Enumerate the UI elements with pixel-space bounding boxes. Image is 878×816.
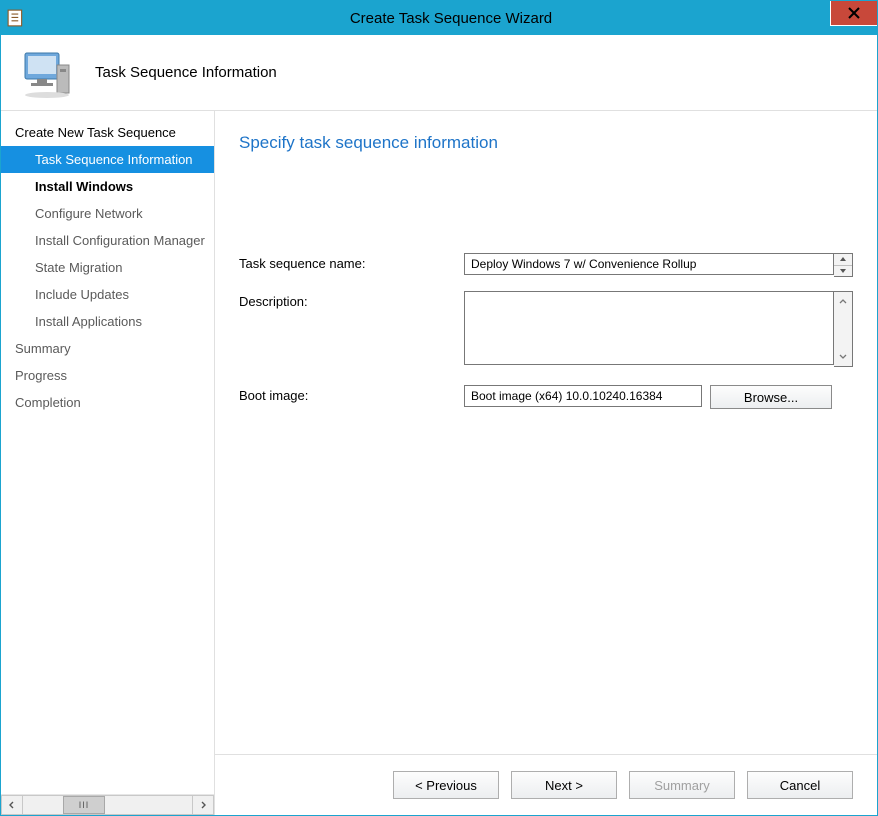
nav-list: Create New Task Sequence Task Sequence I… bbox=[1, 111, 214, 794]
nav-label: Completion bbox=[15, 395, 81, 410]
label-boot-image: Boot image: bbox=[239, 385, 464, 403]
nav-label: Task Sequence Information bbox=[35, 152, 193, 167]
nav-label: Include Updates bbox=[35, 287, 129, 302]
label-task-sequence-name: Task sequence name: bbox=[239, 253, 464, 271]
name-spin-down[interactable] bbox=[834, 266, 852, 277]
name-spinner bbox=[834, 253, 853, 277]
wizard-footer: < Previous Next > Summary Cancel bbox=[215, 754, 877, 815]
page-heading: Specify task sequence information bbox=[239, 133, 853, 153]
nav-item-task-sequence-information[interactable]: Task Sequence Information bbox=[1, 146, 214, 173]
scroll-thumb-grip: III bbox=[79, 800, 90, 810]
nav-label: State Migration bbox=[35, 260, 122, 275]
header-panel: Task Sequence Information bbox=[1, 35, 877, 111]
previous-button[interactable]: < Previous bbox=[393, 771, 499, 799]
wizard-icon bbox=[19, 45, 75, 101]
close-icon bbox=[848, 7, 860, 19]
body: Create New Task Sequence Task Sequence I… bbox=[1, 111, 877, 815]
description-vscrollbar[interactable] bbox=[834, 291, 853, 367]
scroll-track[interactable]: III bbox=[23, 795, 192, 815]
desc-scroll-up[interactable] bbox=[834, 292, 852, 310]
nav-item-install-windows[interactable]: Install Windows bbox=[1, 173, 214, 200]
chevron-down-icon bbox=[839, 268, 847, 274]
chevron-down-icon bbox=[839, 354, 847, 360]
nav-item-configure-network[interactable]: Configure Network bbox=[1, 200, 214, 227]
title-bar: Create Task Sequence Wizard bbox=[1, 1, 877, 35]
nav-item-include-updates[interactable]: Include Updates bbox=[1, 281, 214, 308]
nav-item-completion[interactable]: Completion bbox=[1, 389, 214, 416]
nav-item-state-migration[interactable]: State Migration bbox=[1, 254, 214, 281]
row-task-sequence-name: Task sequence name: bbox=[239, 253, 853, 277]
window-title: Create Task Sequence Wizard bbox=[25, 10, 877, 27]
sidebar: Create New Task Sequence Task Sequence I… bbox=[1, 111, 215, 815]
nav-item-install-applications[interactable]: Install Applications bbox=[1, 308, 214, 335]
name-spin-up[interactable] bbox=[834, 254, 852, 266]
description-textarea[interactable] bbox=[464, 291, 834, 365]
close-button[interactable] bbox=[830, 1, 877, 26]
browse-button[interactable]: Browse... bbox=[710, 385, 832, 409]
row-boot-image: Boot image: Browse... bbox=[239, 385, 853, 409]
app-icon bbox=[7, 9, 25, 27]
nav-item-progress[interactable]: Progress bbox=[1, 362, 214, 389]
nav-item-create-new-task-sequence[interactable]: Create New Task Sequence bbox=[1, 119, 214, 146]
sidebar-hscrollbar[interactable]: III bbox=[1, 794, 214, 815]
desc-scroll-track[interactable] bbox=[834, 310, 852, 348]
scroll-left-button[interactable] bbox=[1, 795, 23, 815]
header-title: Task Sequence Information bbox=[95, 64, 277, 81]
chevron-up-icon bbox=[839, 256, 847, 262]
nav-label: Install Windows bbox=[35, 179, 133, 194]
cancel-button[interactable]: Cancel bbox=[747, 771, 853, 799]
nav-label: Create New Task Sequence bbox=[15, 125, 176, 140]
desc-scroll-down[interactable] bbox=[834, 348, 852, 366]
task-sequence-name-input[interactable] bbox=[464, 253, 834, 275]
chevron-up-icon bbox=[839, 298, 847, 304]
nav-label: Progress bbox=[15, 368, 67, 383]
nav-label: Install Applications bbox=[35, 314, 142, 329]
content: Specify task sequence information Task s… bbox=[215, 111, 877, 754]
chevron-right-icon bbox=[199, 801, 207, 809]
chevron-left-icon bbox=[8, 801, 16, 809]
nav-label: Summary bbox=[15, 341, 71, 356]
label-description: Description: bbox=[239, 291, 464, 309]
next-button[interactable]: Next > bbox=[511, 771, 617, 799]
nav-item-summary[interactable]: Summary bbox=[1, 335, 214, 362]
nav-label: Install Configuration Manager bbox=[35, 233, 205, 248]
scroll-right-button[interactable] bbox=[192, 795, 214, 815]
wizard-window: Create Task Sequence Wizard Task Sequenc… bbox=[0, 0, 878, 816]
main-panel: Specify task sequence information Task s… bbox=[215, 111, 877, 815]
row-description: Description: bbox=[239, 291, 853, 367]
boot-image-input[interactable] bbox=[464, 385, 702, 407]
summary-button: Summary bbox=[629, 771, 735, 799]
nav-label: Configure Network bbox=[35, 206, 143, 221]
scroll-thumb[interactable]: III bbox=[63, 796, 105, 814]
nav-item-install-configuration-manager[interactable]: Install Configuration Manager bbox=[1, 227, 214, 254]
